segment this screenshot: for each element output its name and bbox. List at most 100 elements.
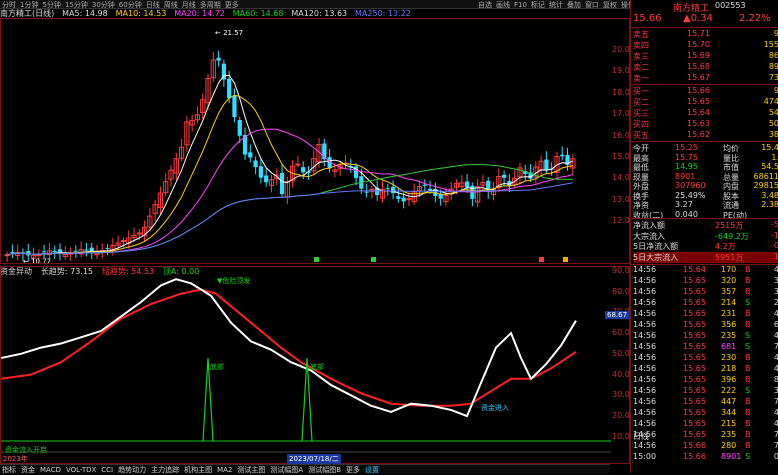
candlestick-chart: ← 21.57 ← 10.77 [4, 29, 576, 263]
event-marker [563, 257, 568, 262]
stock-period-label: 南方精工(日线) [0, 9, 55, 18]
bid-row-4-label: 买四 [633, 120, 649, 129]
bid-row-4-vol: 50 [768, 119, 778, 128]
tick-side: S [745, 331, 751, 340]
tick-volume: 447 [721, 397, 737, 406]
tick-price: 15.65 [683, 342, 706, 351]
high-marker: ← 21.57 [215, 29, 243, 37]
bid-row-3-price: 15.64 [687, 108, 710, 117]
bid-row-1-price: 15.66 [687, 86, 710, 95]
tick-time: 14:56 [633, 408, 657, 417]
stock-code: 002553 [715, 1, 746, 10]
tick-scroll-label[interactable]: 日线 [633, 431, 649, 442]
price-pct: 2.22% [739, 13, 771, 24]
candle-body [10, 251, 15, 253]
event-marker [371, 257, 376, 262]
candle-body [560, 154, 565, 157]
tick-count: 4 [773, 353, 778, 362]
flow-row: 大宗流入 -649.2万 -1 [633, 231, 778, 242]
bid-row-1-label: 买一 [633, 87, 649, 96]
stat-row: 最高15.75量比1. [633, 153, 778, 163]
ma10-value: MA10: 14.53 [115, 9, 167, 18]
ask-row-4-label: 卖四 [633, 41, 649, 50]
stat-row: 外盘 307960 内盘 29815 [633, 181, 778, 191]
fund-entry-label: 资金进入 [481, 404, 509, 412]
candle-body [105, 247, 110, 249]
tick-price: 15.65 [683, 375, 706, 384]
ask-row-1-vol: 73 [768, 73, 778, 82]
flow-label: 5日大宗流入 [633, 252, 679, 262]
candle-body [295, 163, 301, 166]
tick-side: B [745, 419, 751, 428]
tick-row: 14:56 15.65 356 B 6 [633, 320, 778, 331]
tick-count: 8 [773, 375, 778, 384]
top-signal-label: ▼危险顶发 [217, 277, 251, 285]
tick-volume: 215 [721, 419, 737, 428]
quote-panel: 南方精工 002553 15.66 ▲0.34 2.22% 卖五 15.71 9 卖四… [630, 0, 778, 473]
bid-row-2-vol: 474 [763, 97, 778, 106]
tick-count: 4 [773, 364, 778, 373]
stat-value-2: 15.4 [761, 143, 778, 152]
flow-trend: -0 [771, 241, 778, 250]
ma-legend-bar: 南方精工(日线) MA5: 14.98 MA10: 14.53 MA20: 14… [0, 8, 610, 18]
ask-row-3-vol: 86 [768, 51, 778, 60]
stat-value: 307960 [675, 181, 706, 190]
ask-row-3-price: 15.69 [687, 51, 710, 60]
tick-count: 3 [773, 276, 778, 285]
tick-volume: 214 [721, 298, 737, 307]
candle-body [136, 232, 142, 235]
candle-body [396, 196, 401, 199]
bid-row-1-vol: 9 [773, 86, 778, 95]
tick-row: 15:00 15.66 8901 S 0 [633, 452, 778, 463]
tick-count: 4 [773, 309, 778, 318]
tick-count: 4 [773, 408, 778, 417]
ma250-value: MA250: 13.22 [355, 9, 411, 18]
ma10-line [7, 94, 573, 256]
stat-row: 净资 3.27 流通 2.38 [633, 200, 778, 210]
bid-row-1: 买一 15.66 9 [633, 86, 778, 97]
tick-volume: 170 [721, 265, 737, 274]
stat-value: 15.25 [675, 143, 698, 152]
tick-time: 14:56 [633, 353, 657, 362]
bid-row-5-vol: 38 [768, 130, 778, 139]
tick-side: S [745, 298, 751, 307]
ask-row-5-label: 卖五 [633, 30, 649, 39]
tick-price: 15.65 [683, 364, 706, 373]
tick-volume: 681 [721, 342, 737, 351]
tick-price: 15.65 [683, 386, 706, 395]
tick-time: 14:56 [633, 298, 657, 307]
stat-value-2: 3.48 [761, 190, 778, 200]
ask-row-4-price: 15.70 [687, 40, 710, 49]
bottom-mark-2: 底部 [310, 363, 324, 371]
candle-body [258, 166, 264, 178]
ask-row-3-label: 卖三 [633, 52, 649, 61]
candle-body [438, 194, 443, 199]
ask-row-1-label: 卖一 [633, 74, 649, 83]
tick-count: 7 [773, 342, 778, 351]
tick-count: 7 [773, 430, 778, 439]
low-marker: ← 10.77 [23, 257, 51, 263]
tick-price: 15.65 [683, 397, 706, 406]
tick-side: B [745, 309, 751, 318]
price-chart-pane[interactable]: ← 21.57 ← 10.77 20.00 19.00 18.00 17.00 16.00… [0, 18, 635, 264]
tick-time: 14:56 [633, 419, 657, 428]
tick-count: 3 [773, 287, 778, 296]
tick-row: 14:56 15.65 218 B 4 [633, 364, 778, 375]
candle-body [301, 167, 306, 173]
tick-row: 14:56 15.65 235 B 7 [633, 430, 778, 441]
flow-row: 5日大宗流入 5951万 1 [633, 251, 778, 263]
tick-volume: 396 [721, 375, 737, 384]
event-marker [314, 257, 319, 262]
long-trend-line [1, 278, 577, 418]
ma5-value: MA5: 14.98 [62, 9, 108, 18]
tick-price: 15.65 [683, 320, 706, 329]
stat-row: 最低 14.95 市值 54.5 [633, 162, 778, 172]
last-price: 15.66 [633, 13, 662, 24]
candle-body [84, 249, 89, 251]
flow-value: 5951万 [715, 252, 744, 262]
tick-row: 14:56 15.65 231 B 4 [633, 309, 778, 320]
tick-time: 14:56 [633, 386, 657, 395]
indicator-chart-pane[interactable]: 90.0080.0070.0060.0050.0040.0030.0020.00… [0, 266, 635, 464]
stat-value-2: 2.38 [761, 200, 778, 209]
stat-value: 14.95 [675, 162, 698, 171]
